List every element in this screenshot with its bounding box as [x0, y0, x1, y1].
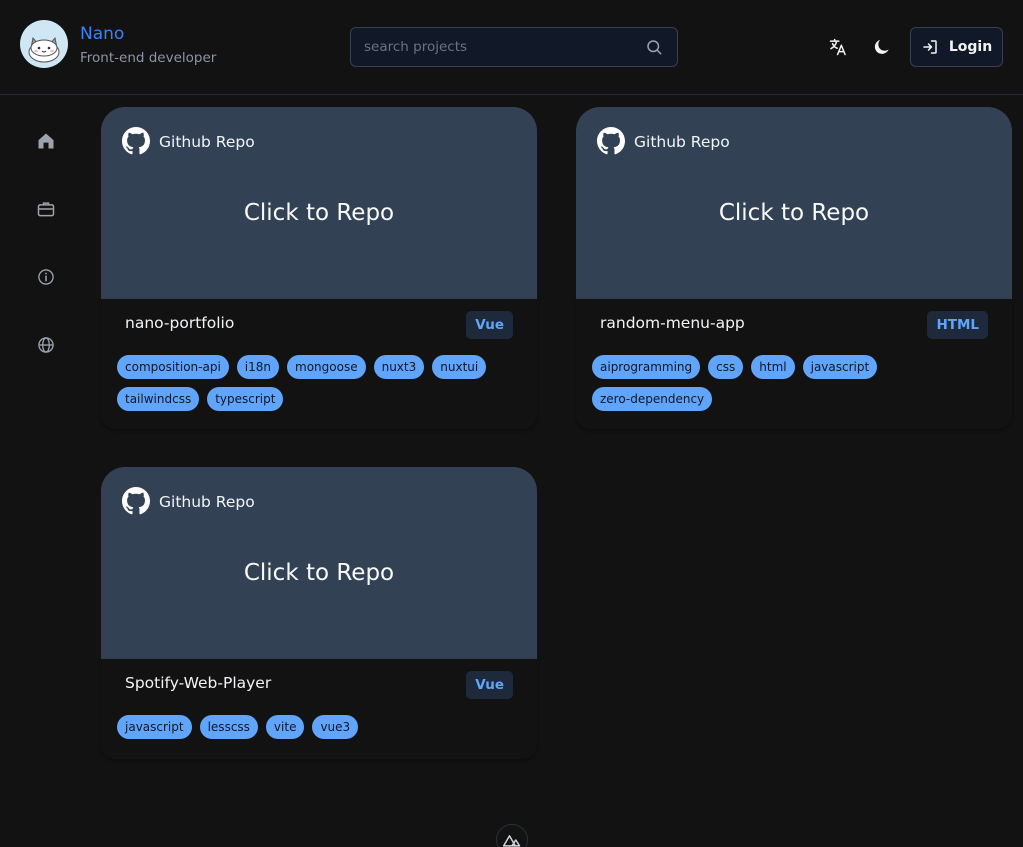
- topic-tag[interactable]: i18n: [236, 355, 280, 379]
- language-badge: Vue: [466, 671, 513, 699]
- github-icon: [122, 127, 150, 155]
- briefcase-icon[interactable]: [36, 199, 56, 219]
- topic-tag[interactable]: aiprogramming: [592, 355, 701, 379]
- project-card: Github Repo Click to Repo nano-portfolio…: [101, 107, 537, 429]
- github-icon: [122, 487, 150, 515]
- repo-link-panel[interactable]: Github Repo Click to Repo: [101, 467, 537, 659]
- translate-icon[interactable]: [828, 37, 848, 57]
- project-title: nano-portfolio: [125, 314, 235, 332]
- click-to-repo-label: Click to Repo: [243, 200, 395, 226]
- avatar[interactable]: [20, 20, 68, 68]
- card-body: nano-portfolio Vue composition-api i18n …: [101, 299, 537, 429]
- click-to-repo-label: Click to Repo: [243, 560, 395, 586]
- top-header: Nano Front-end developer Login: [0, 0, 1023, 95]
- project-card: Github Repo Click to Repo random-menu-ap…: [576, 107, 1012, 429]
- tag-list: aiprogramming css html javascript zero-d…: [592, 355, 992, 411]
- brand-name[interactable]: Nano: [80, 24, 124, 44]
- topic-tag[interactable]: tailwindcss: [117, 387, 200, 411]
- login-label: Login: [948, 39, 993, 55]
- repo-link-panel[interactable]: Github Repo Click to Repo: [101, 107, 537, 299]
- topic-tag[interactable]: lesscss: [199, 715, 258, 739]
- card-body: Spotify-Web-Player Vue javascript lesscs…: [101, 659, 537, 759]
- nuxt-icon: [502, 835, 521, 847]
- card-body: random-menu-app HTML aiprogramming css h…: [576, 299, 1012, 429]
- info-icon[interactable]: [36, 267, 56, 287]
- github-icon: [597, 127, 625, 155]
- tag-list: composition-api i18n mongoose nuxt3 nuxt…: [117, 355, 517, 411]
- repo-badge-label: Github Repo: [159, 133, 255, 151]
- nuxt-logo[interactable]: [496, 824, 528, 847]
- login-icon: [923, 40, 937, 54]
- topic-tag[interactable]: vue3: [312, 715, 359, 739]
- search-input[interactable]: [351, 28, 641, 66]
- repo-badge-label: Github Repo: [159, 493, 255, 511]
- brand-role: Front-end developer: [80, 50, 217, 66]
- topic-tag[interactable]: html: [751, 355, 795, 379]
- language-badge: Vue: [466, 311, 513, 339]
- topic-tag[interactable]: javascript: [802, 355, 878, 379]
- topic-tag[interactable]: css: [708, 355, 744, 379]
- tag-list: javascript lesscss vite vue3: [117, 715, 517, 739]
- login-button[interactable]: Login: [910, 27, 1003, 67]
- topic-tag[interactable]: nuxt3: [373, 355, 425, 379]
- repo-link-panel[interactable]: Github Repo Click to Repo: [576, 107, 1012, 299]
- project-title: Spotify-Web-Player: [125, 674, 272, 692]
- topic-tag[interactable]: zero-dependency: [592, 387, 713, 411]
- cat-avatar-icon: [28, 36, 60, 63]
- topic-tag[interactable]: composition-api: [117, 355, 229, 379]
- project-card: Github Repo Click to Repo Spotify-Web-Pl…: [101, 467, 537, 759]
- topic-tag[interactable]: mongoose: [287, 355, 366, 379]
- topic-tag[interactable]: typescript: [207, 387, 284, 411]
- repo-badge-label: Github Repo: [634, 133, 730, 151]
- search-icon[interactable]: [645, 38, 663, 56]
- topic-tag[interactable]: vite: [265, 715, 305, 739]
- search-box: [350, 27, 678, 67]
- topic-tag[interactable]: nuxtui: [432, 355, 487, 379]
- project-title: random-menu-app: [600, 314, 745, 332]
- click-to-repo-label: Click to Repo: [718, 200, 870, 226]
- topic-tag[interactable]: javascript: [117, 715, 192, 739]
- language-badge: HTML: [927, 311, 988, 339]
- globe-icon[interactable]: [36, 335, 56, 355]
- home-icon[interactable]: [36, 131, 56, 151]
- moon-icon[interactable]: [872, 37, 892, 57]
